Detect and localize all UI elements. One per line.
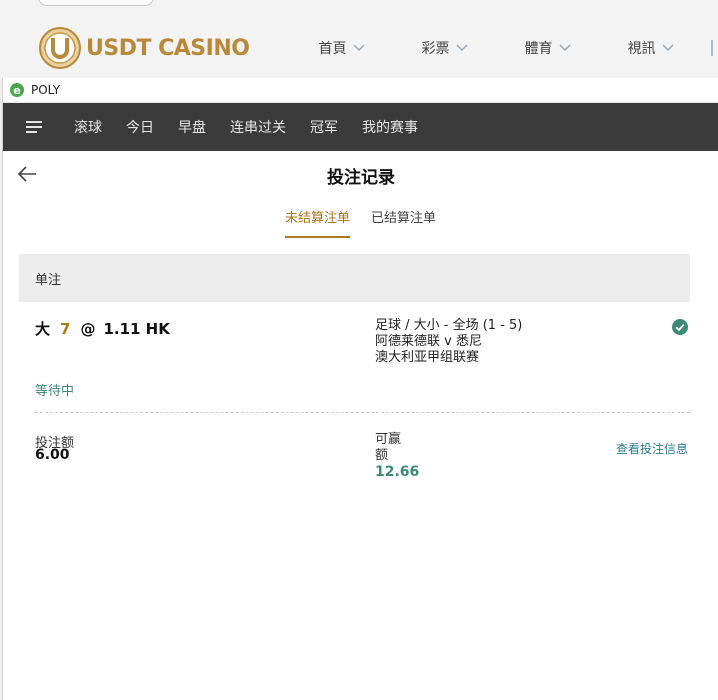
bet-market-info: 足球 / 大小 - 全场 (1 - 5) 阿德莱德联 v 悉尼 澳大利亚甲组联赛 [375,318,522,366]
to-win-label: 可赢额 [375,432,402,463]
section-label: 单注 [35,272,62,288]
bet-match: 阿德莱德联 v 悉尼 [375,334,482,349]
bet-league: 澳大利亚甲组联赛 [375,350,480,365]
casino-badge-icon [39,27,81,69]
bet-selection-line: 大 7 @ 1.11 HK [35,318,170,339]
bet-card: 大 7 @ 1.11 HK 足球 / 大小 - 全场 (1 - 5) 阿德莱德联… [19,302,690,492]
chevron-down-icon [661,44,674,52]
bet-market: 足球 / 大小 - 全场 (1 - 5) [375,318,523,333]
dashed-divider [35,412,690,413]
bet-status: 等待中 [35,384,75,399]
site-nav-live[interactable]: 視訊 [599,38,702,58]
bet-selection: 大 [35,320,51,338]
stake-value: 6.00 [35,447,70,463]
site-nav-sports[interactable]: 體育 [496,38,599,58]
chevron-down-icon [558,44,571,52]
to-win-value: 12.66 [375,464,420,480]
bet-line-value: 7 [60,320,71,338]
logo-text: USDT CASINO [86,35,250,61]
site-nav: 首頁 彩票 體育 視訊 [290,38,702,58]
site-search-pill[interactable] [38,0,154,6]
casino-site-header: USDT CASINO 首頁 彩票 體育 視訊 [0,0,718,80]
bet-at-symbol: @ [80,320,96,338]
chevron-down-icon [711,40,713,56]
bet-list: 单注 大 7 @ 1.11 HK 足球 / 大小 - 全场 (1 - 5) 阿德… [2,78,718,700]
chevron-down-icon [352,44,365,52]
check-circle-icon [672,319,688,335]
view-bet-details-link[interactable]: 查看投注信息 [616,440,688,457]
chevron-down-icon [455,44,468,52]
bet-odds: 1.11 HK [103,320,170,338]
section-header-single: 单注 [19,254,690,302]
site-nav-lottery[interactable]: 彩票 [393,38,496,58]
site-nav-home[interactable]: 首頁 [290,38,393,58]
site-logo[interactable]: USDT CASINO [38,26,250,70]
